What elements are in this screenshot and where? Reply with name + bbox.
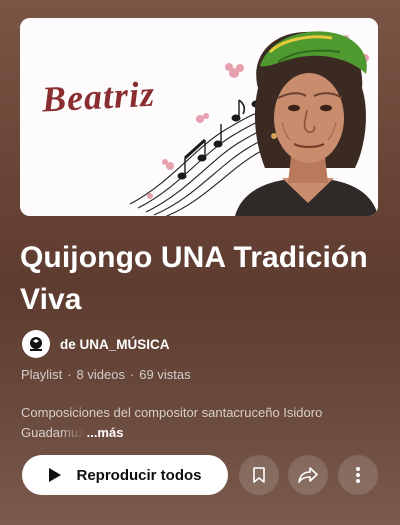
channel-name-text[interactable]: UNA_MÚSICA [80,337,170,352]
video-count: 8 videos [76,367,125,382]
channel-logo-icon [30,337,42,351]
playlist-title: Quijongo UNA Tradición Viva [20,237,380,321]
playlist-title-line-1: Quijongo UNA Tradición [20,241,368,274]
channel-name[interactable]: de UNA_MÚSICA [60,337,170,352]
playlist-title-line-2: Viva [20,283,82,316]
play-all-label: Reproducir todos [76,466,202,484]
channel-avatar[interactable] [22,330,50,358]
bookmark-icon [253,467,265,483]
description-line-1: Composiciones del compositor santacruceñ… [21,405,323,420]
show-more-link[interactable]: ...más [87,423,124,443]
channel-prefix: de [60,336,76,352]
playlist-description[interactable]: Composiciones del compositor santacruceñ… [21,403,381,443]
share-icon [298,467,318,483]
more-vert-icon [356,467,360,483]
thumbnail-name-text: Beatriz [40,74,156,120]
channel-link[interactable]: de UNA_MÚSICA [22,330,170,358]
more-options-button[interactable] [338,455,378,495]
playlist-thumbnail[interactable]: Beatriz [20,18,378,216]
save-playlist-button[interactable] [239,455,279,495]
playlist-type: Playlist [21,367,63,382]
thumbnail-artwork: Beatriz [20,18,378,216]
share-button[interactable] [288,455,328,495]
play-icon [48,467,62,483]
playlist-meta: Playlist · 8 videos · 69 vistas [21,367,191,382]
action-bar: Reproducir todos [22,455,378,495]
playlist-header: Beatriz Quijongo UNA Tradición Viva de U… [0,0,400,525]
description-line-2: Guadamuz [21,425,85,440]
play-all-button[interactable]: Reproducir todos [22,455,228,495]
view-count: 69 vistas [139,367,191,382]
